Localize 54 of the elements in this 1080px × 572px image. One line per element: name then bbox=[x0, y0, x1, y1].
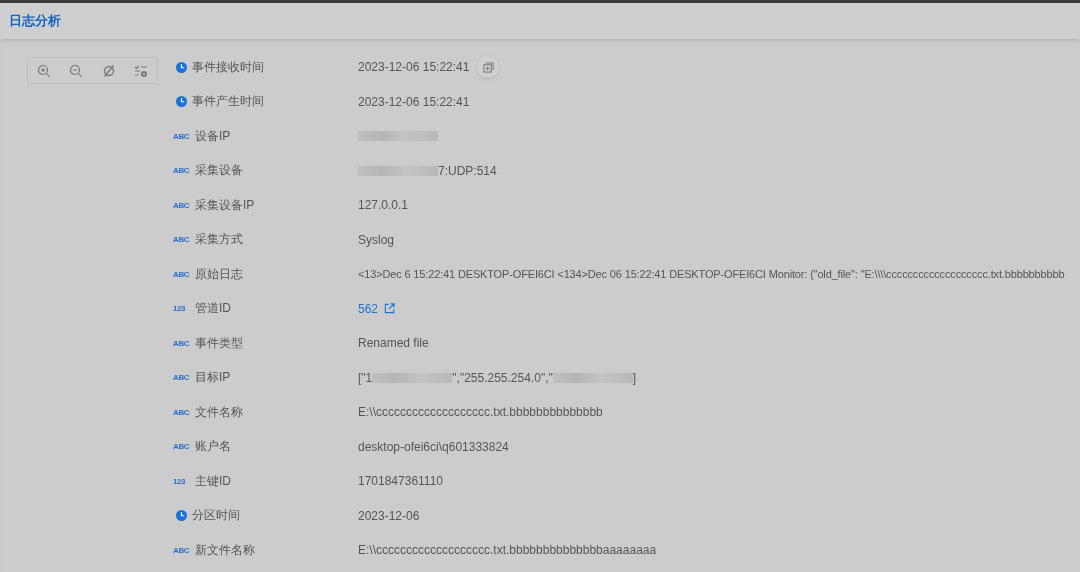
field-label: 新文件名称 bbox=[195, 541, 255, 559]
field-value: desktop-ofei6ci\q601333824 bbox=[358, 439, 509, 454]
field-value: Renamed file bbox=[358, 336, 429, 350]
list-settings-icon[interactable] bbox=[133, 63, 148, 78]
type-label: ABC bbox=[173, 407, 190, 417]
field-label: 管道ID bbox=[195, 300, 231, 317]
clock-icon bbox=[176, 96, 187, 107]
field-value: ["1 bbox=[358, 370, 373, 385]
type-label: ABC bbox=[173, 131, 190, 141]
field-label: 目标IP bbox=[195, 369, 231, 386]
type-label: ABC bbox=[173, 200, 190, 210]
field-label: 主键ID bbox=[195, 472, 231, 490]
field-label: 采集设备 bbox=[195, 162, 243, 179]
field-value: 1701847361110 bbox=[358, 474, 443, 488]
copy-icon bbox=[482, 61, 494, 73]
field-value: E:\\ccccccccccccccccccc.txt.bbbbbbbbbbbbbb bbox=[358, 405, 603, 419]
type-label: ABC bbox=[173, 166, 190, 175]
external-link-icon[interactable] bbox=[384, 303, 396, 314]
empty-set-icon[interactable] bbox=[101, 63, 116, 78]
field-value: 2023-12-06 15:22:41 bbox=[358, 94, 470, 109]
field-label: 事件产生时间 bbox=[192, 93, 264, 110]
field-value: 2023-12-06 15:22:41 bbox=[358, 60, 470, 74]
field-value: Syslog bbox=[358, 232, 395, 247]
field-label: 分区时间 bbox=[192, 507, 240, 524]
clock-icon bbox=[176, 510, 187, 521]
field-value: ","255.255.254.0"," bbox=[452, 370, 553, 385]
field-value: 127.0.0.1 bbox=[358, 198, 409, 212]
page-title: 日志分析 bbox=[9, 12, 61, 30]
zoom-out-icon[interactable] bbox=[69, 63, 84, 78]
field-label: 账户名 bbox=[195, 438, 231, 455]
type-label: ABC bbox=[173, 545, 190, 555]
field-value: <13>Dec 6 15:22:41 DESKTOP-OFEI6CI <134>Dec 06 15:22:41 DESKTOP-OFEI6CI Monitor: {"old_file": "E:\\\\ccccccccccccccccccc.txt.bbbbbbbbbb bbox=[358, 268, 1065, 280]
field-value: ] bbox=[632, 370, 637, 385]
zoom-in-icon[interactable] bbox=[37, 63, 52, 78]
clock-icon bbox=[176, 61, 187, 73]
field-label: 采集方式 bbox=[195, 231, 243, 248]
field-label: 采集设备IP bbox=[195, 196, 255, 214]
field-label: 文件名称 bbox=[195, 403, 243, 421]
type-label: ABC bbox=[173, 338, 190, 348]
field-value: 7:UDP:514 bbox=[438, 163, 497, 178]
field-label: 事件接收时间 bbox=[192, 58, 264, 76]
field-label: 原始日志 bbox=[195, 265, 243, 283]
type-label: ABC bbox=[173, 269, 190, 279]
field-label: 设备IP bbox=[195, 127, 231, 145]
field-label: 事件类型 bbox=[195, 334, 243, 352]
field-value: E:\\ccccccccccccccccccc.txt.bbbbbbbbbbbbbbaaaaaaaa bbox=[358, 543, 657, 557]
pipeline-link[interactable]: 562 bbox=[358, 301, 379, 316]
type-label: 123 bbox=[173, 304, 187, 313]
copy-button[interactable] bbox=[477, 56, 500, 78]
type-label: ABC bbox=[173, 235, 190, 244]
type-label: ABC bbox=[173, 373, 190, 382]
field-value: 2023-12-06 bbox=[358, 508, 420, 523]
type-label: ABC bbox=[173, 442, 190, 451]
type-label: 123 bbox=[173, 476, 187, 486]
